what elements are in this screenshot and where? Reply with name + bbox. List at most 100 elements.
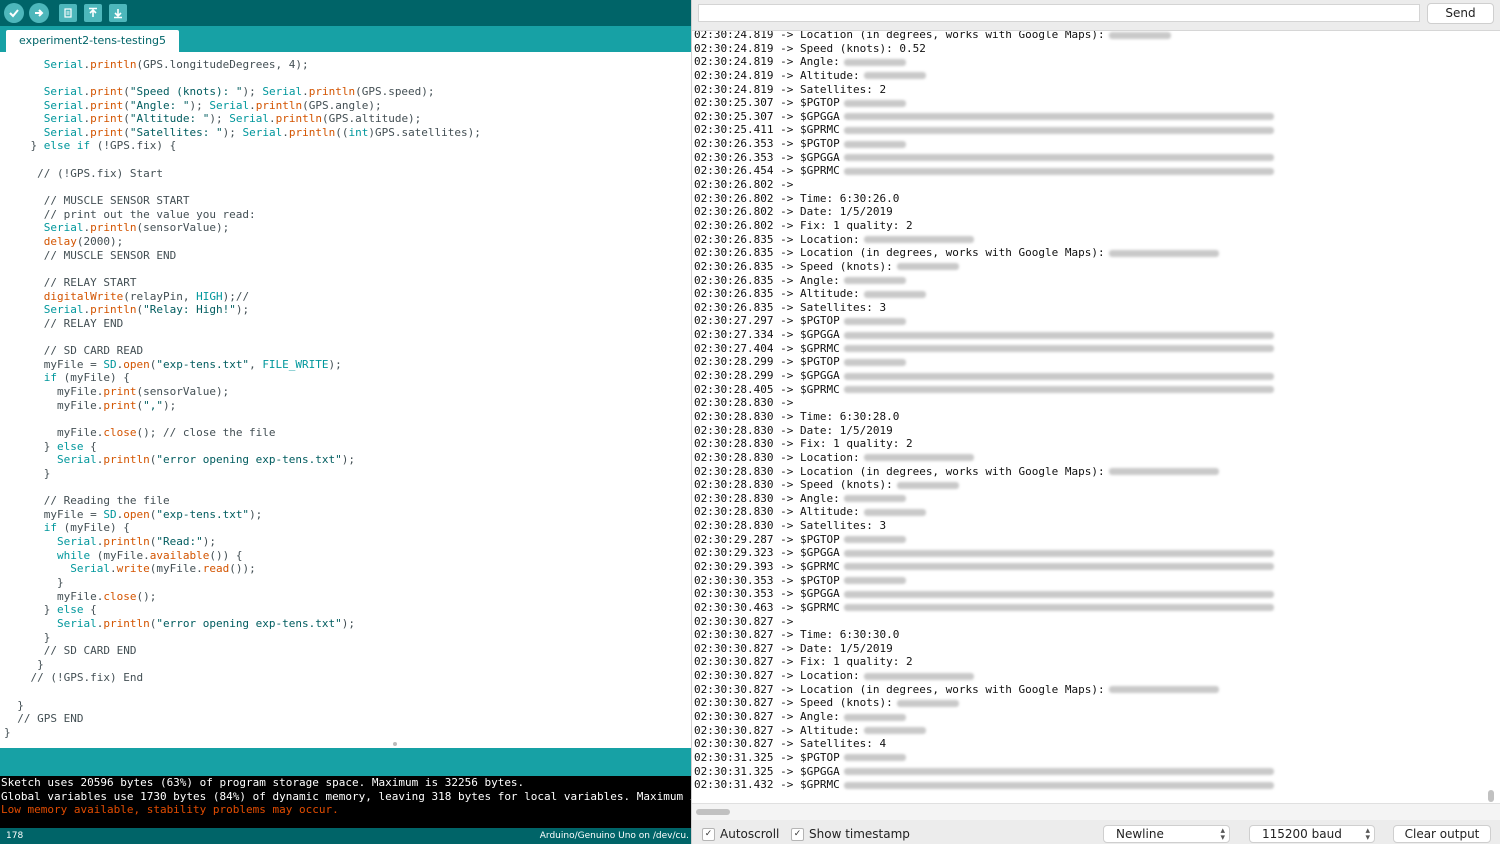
log-message: Location: (799, 669, 860, 683)
serial-log-line: 02:30:24.819 -> Location (in degrees, wo… (694, 31, 1274, 42)
serial-log-line: 02:30:24.819 -> Satellites: 2 (694, 82, 887, 96)
log-timestamp: 02:30:29.393 (694, 559, 774, 573)
console-line: Low memory available, stability problems… (1, 803, 339, 817)
redacted-value (843, 345, 1274, 353)
arrow-up-icon (87, 7, 99, 19)
new-sketch-button[interactable] (59, 4, 77, 22)
serial-log-line: 02:30:30.827 -> Location: (694, 669, 1274, 683)
code-line: } else { (4, 439, 97, 453)
serial-send-input[interactable] (698, 4, 1420, 22)
serial-log-line: 02:30:29.323 -> $GPGGA (694, 546, 1274, 560)
serial-log-line: 02:30:30.827 -> Altitude: (694, 724, 1274, 738)
log-message: Time: 6:30:26.0 (799, 191, 900, 205)
code-line: Serial.println("Relay: High!"); (43, 303, 250, 317)
vertical-scrollbar[interactable] (1488, 790, 1494, 802)
serial-log-line: 02:30:28.830 -> Fix: 1 quality: 2 (694, 437, 913, 451)
log-timestamp: 02:30:25.307 (694, 109, 774, 123)
log-message: $GPRMC (799, 164, 840, 178)
code-line: if (myFile) { (43, 371, 130, 385)
log-timestamp: 02:30:26.454 (694, 164, 774, 178)
serial-log-line: 02:30:27.404 -> $GPRMC (694, 342, 1274, 356)
log-message: Altitude: (799, 287, 860, 301)
log-message: $GPGGA (799, 150, 840, 164)
redacted-value (863, 727, 926, 735)
redacted-value (843, 358, 906, 366)
log-message: $PGTOP (799, 355, 840, 369)
serial-log-line: 02:30:28.299 -> $PGTOP (694, 355, 1274, 369)
save-sketch-button[interactable] (109, 4, 127, 22)
send-button[interactable]: Send (1427, 3, 1494, 24)
redacted-value (843, 167, 1274, 175)
serial-log-line: 02:30:30.463 -> $GPRMC (694, 601, 1274, 615)
redacted-value (843, 386, 1274, 394)
log-message: $GPGGA (799, 109, 840, 123)
redacted-value (843, 577, 906, 585)
code-line: myFile.close(); // close the file (4, 425, 276, 439)
editor-scroll-indicator (393, 742, 397, 746)
serial-log-line: 02:30:24.819 -> Altitude: (694, 69, 1274, 83)
log-timestamp: 02:30:30.827 (694, 614, 774, 628)
log-message: Satellites: 3 (799, 519, 887, 533)
code-line: // (!GPS.fix) Start (37, 166, 163, 180)
show-timestamp-checkbox[interactable]: ✓ Show timestamp (791, 827, 910, 841)
serial-output[interactable]: 02:30:24.819 -> Location (in degrees, wo… (692, 30, 1500, 804)
log-message: $GPRMC (799, 382, 840, 396)
serial-log-line: 02:30:31.325 -> $GPGGA (694, 765, 1274, 779)
redacted-value (863, 290, 926, 298)
log-message: Fix: 1 quality: 2 (799, 655, 913, 669)
horizontal-scroll-thumb[interactable] (696, 809, 730, 815)
baud-rate-select[interactable]: 115200 baud ▴ ▾ (1249, 825, 1375, 843)
code-line: myFile = SD.open("exp-tens.txt"); (4, 507, 263, 521)
log-timestamp: 02:30:27.334 (694, 328, 774, 342)
log-timestamp: 02:30:28.830 (694, 519, 774, 533)
open-sketch-button[interactable] (84, 4, 102, 22)
sketch-tab[interactable]: experiment2-tens-testing5 (6, 30, 180, 52)
redacted-value (843, 495, 906, 503)
code-line: digitalWrite(relayPin, HIGH);// (43, 289, 250, 303)
code-line: myFile.print(sensorValue); (4, 385, 230, 399)
log-timestamp: 02:30:30.463 (694, 600, 774, 614)
serial-log-line: 02:30:30.827 -> Satellites: 4 (694, 737, 887, 751)
log-timestamp: 02:30:30.827 (694, 710, 774, 724)
autoscroll-checkbox[interactable]: ✓ Autoscroll (702, 827, 779, 841)
code-editor[interactable]: Serial.println(GPS.longitudeDegrees, 4);… (0, 52, 691, 748)
redacted-value (863, 236, 974, 244)
redacted-value (863, 72, 926, 80)
log-timestamp: 02:30:30.827 (694, 655, 774, 669)
console-line: Global variables use 1730 bytes (84%) of… (1, 789, 691, 803)
log-message: Satellites: 4 (799, 737, 887, 751)
log-message: $GPGGA (799, 546, 840, 560)
log-message: Altitude: (799, 505, 860, 519)
serial-log-line: 02:30:26.353 -> $GPGGA (694, 151, 1274, 165)
serial-log-line: 02:30:30.827 -> Speed (knots): (694, 696, 1274, 710)
console-line: Sketch uses 20596 bytes (63%) of program… (1, 776, 525, 789)
log-message: Time: 6:30:30.0 (799, 628, 900, 642)
code-line: // MUSCLE SENSOR START (43, 194, 190, 208)
code-line: if (myFile) { (43, 521, 130, 535)
serial-log-line: 02:30:26.802 -> Time: 6:30:26.0 (694, 191, 900, 205)
horizontal-scrollbar[interactable] (692, 803, 1500, 820)
log-timestamp: 02:30:26.835 (694, 259, 774, 273)
line-ending-select[interactable]: Newline ▴ ▾ (1103, 825, 1230, 843)
serial-log-line: 02:30:26.802 -> Fix: 1 quality: 2 (694, 218, 913, 232)
board-info: Arduino/Genuino Uno on /dev/cu. (539, 831, 689, 841)
verify-button[interactable] (4, 3, 24, 23)
log-timestamp: 02:30:28.830 (694, 491, 774, 505)
redacted-value (843, 99, 906, 107)
code-line: } (4, 575, 64, 589)
log-timestamp: 02:30:24.819 (694, 82, 774, 96)
clear-output-button[interactable]: Clear output (1393, 825, 1491, 843)
log-timestamp: 02:30:30.353 (694, 573, 774, 587)
serial-log-line: 02:30:26.835 -> Satellites: 3 (694, 300, 887, 314)
log-message: Speed (knots): (799, 478, 893, 492)
serial-log-line: 02:30:30.353 -> $PGTOP (694, 574, 1274, 588)
serial-log-line: 02:30:25.307 -> $GPGGA (694, 110, 1274, 124)
code-line: } else { (4, 603, 97, 617)
log-timestamp: 02:30:31.325 (694, 764, 774, 778)
log-timestamp: 02:30:28.830 (694, 409, 774, 423)
log-message: Location (in degrees, works with Google … (799, 682, 1105, 696)
upload-button[interactable] (29, 3, 49, 23)
redacted-value (843, 781, 1274, 789)
serial-log-line: 02:30:28.299 -> $GPGGA (694, 369, 1274, 383)
